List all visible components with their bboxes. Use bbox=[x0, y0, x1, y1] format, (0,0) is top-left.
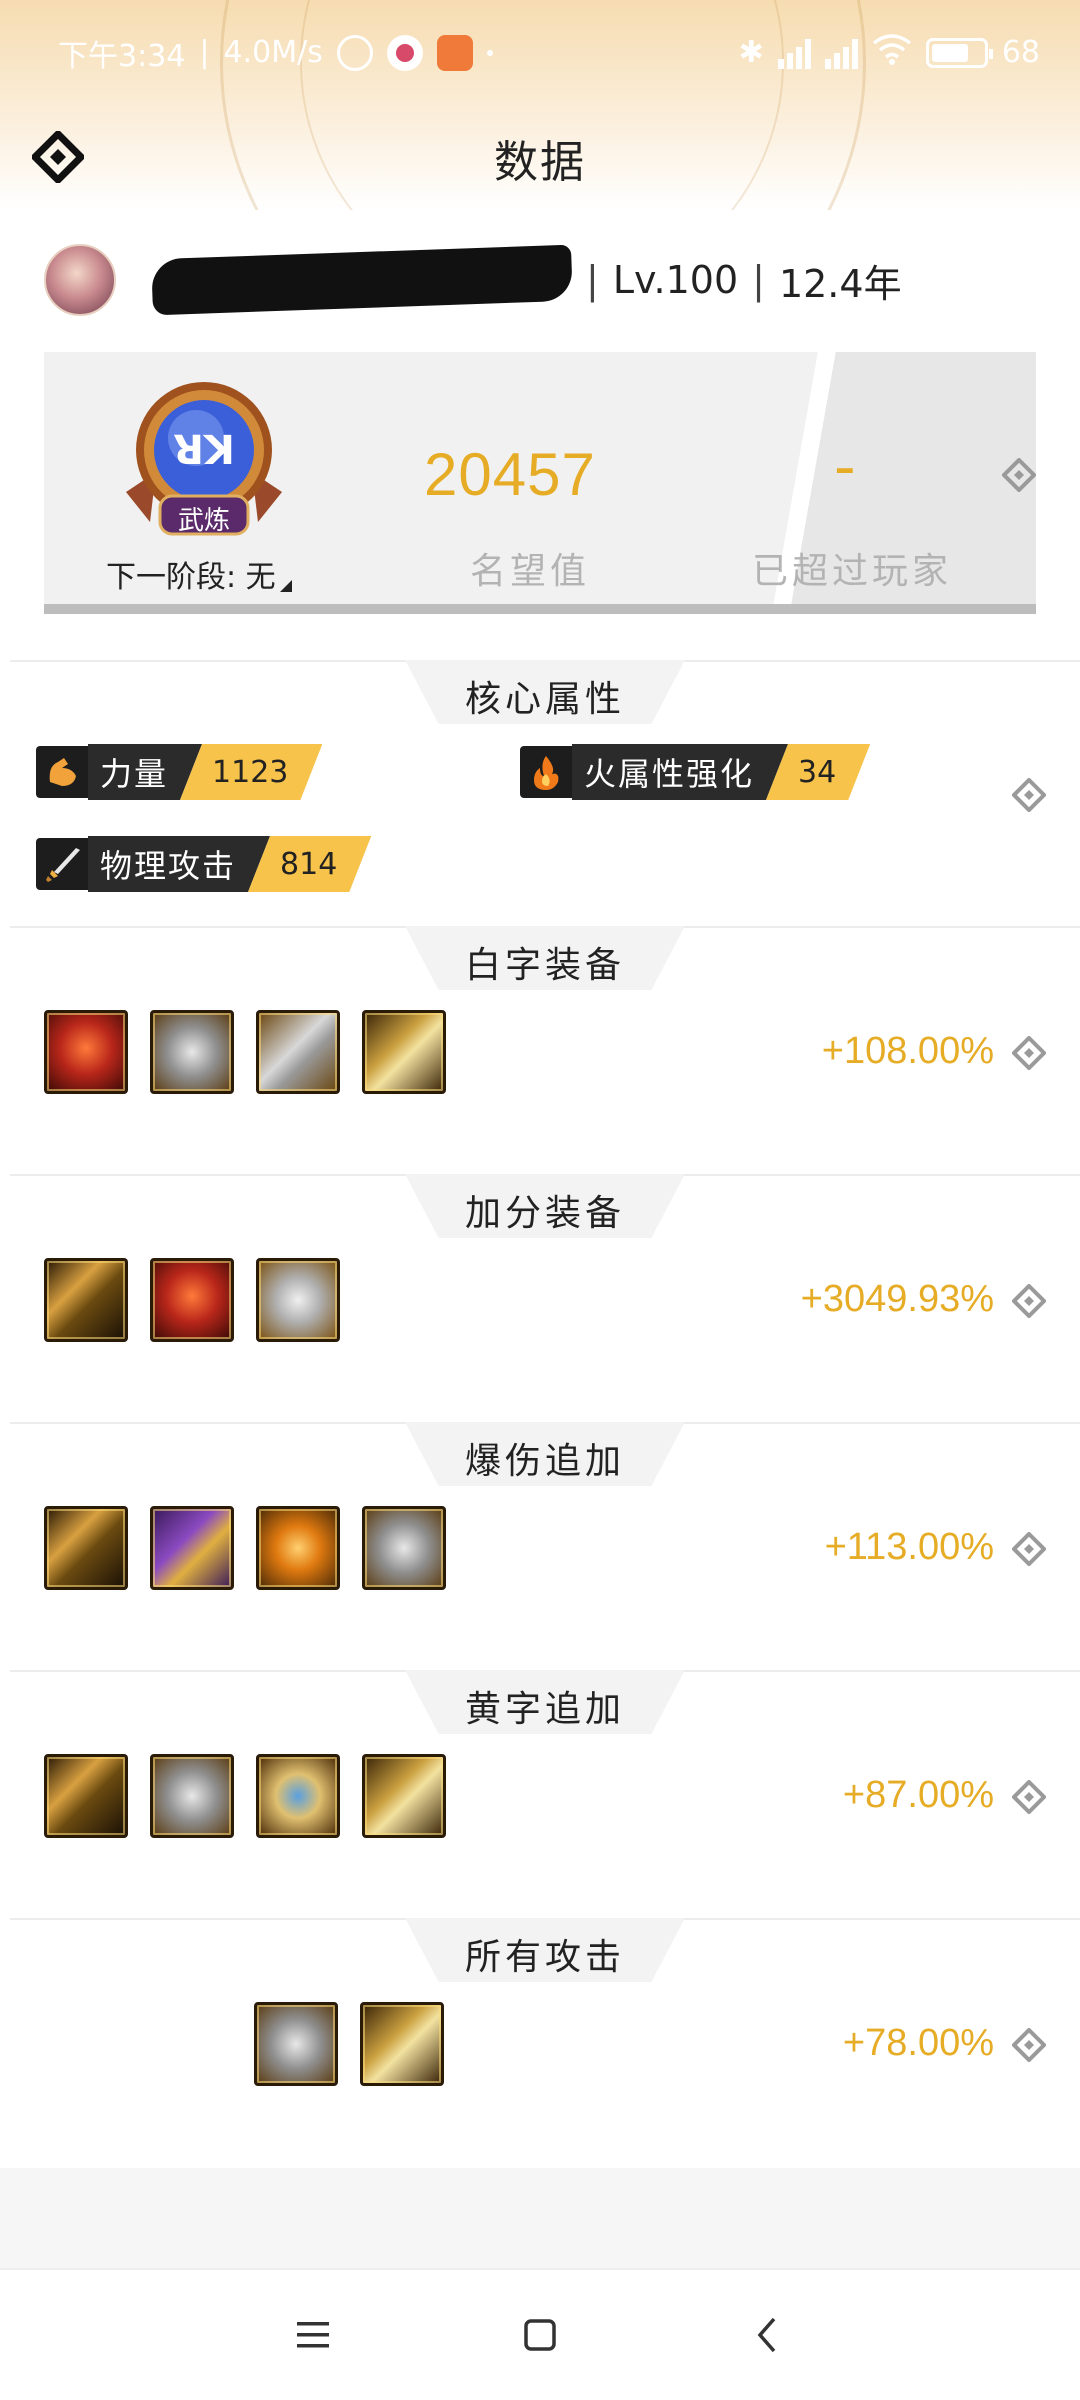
rank-value: - bbox=[834, 432, 856, 502]
equipment-mask-icon[interactable] bbox=[150, 1258, 234, 1342]
status-speed: 4.0M/s bbox=[223, 35, 323, 70]
attribute-tag: 力量 1123 bbox=[36, 744, 322, 800]
footer-spacer bbox=[0, 2168, 1080, 2268]
app-notification-icon bbox=[386, 34, 423, 71]
equipment-armor-icon[interactable] bbox=[150, 1010, 234, 1094]
badge-label: 武炼 bbox=[177, 506, 230, 536]
section-percent: +87.00% bbox=[842, 1774, 994, 1816]
diamond-arrow-icon[interactable] bbox=[1011, 1283, 1047, 1319]
bluetooth-icon: ✱ bbox=[738, 35, 764, 70]
section-title: 加分装备 bbox=[464, 1193, 625, 1234]
equipment-orb-icon[interactable] bbox=[256, 1506, 340, 1590]
equipment-row bbox=[44, 1754, 446, 1838]
equipment-armor-icon[interactable] bbox=[362, 1506, 446, 1590]
page-header: 数据 bbox=[0, 105, 1080, 210]
section-percent: +113.00% bbox=[824, 1526, 994, 1568]
rank-label: 已超过玩家 bbox=[752, 551, 953, 592]
diamond-arrow-icon[interactable] bbox=[1011, 1531, 1047, 1567]
section-title: 所有攻击 bbox=[464, 1937, 625, 1978]
strength-icon bbox=[36, 746, 88, 798]
equipment-row bbox=[44, 1258, 340, 1342]
equipment-sword-icon[interactable] bbox=[44, 1754, 128, 1838]
section-all-attack[interactable]: 所有攻击 +78.00% bbox=[10, 1918, 1080, 2168]
equipment-quill-icon[interactable] bbox=[362, 1754, 446, 1838]
health-app-icon bbox=[436, 34, 473, 71]
attribute-tag: 物理攻击 814 bbox=[36, 836, 371, 892]
core-attributes-section[interactable]: 核心属性 力量 1123 火属性强化 34 物理攻击 814 bbox=[10, 660, 1080, 926]
section-bonus-equipment[interactable]: 加分装备 +3049.93% bbox=[10, 1174, 1080, 1422]
equipment-mask-icon[interactable] bbox=[44, 1010, 128, 1094]
avatar[interactable] bbox=[44, 244, 116, 316]
alarm-icon bbox=[336, 34, 373, 71]
signal-icon bbox=[777, 37, 811, 69]
home-icon[interactable] bbox=[510, 2305, 570, 2365]
status-time: 下午3:34 bbox=[58, 38, 186, 74]
notification-dot-icon bbox=[486, 49, 493, 56]
profile-row: | Lv.100 | 12.4年 bbox=[44, 240, 1044, 320]
signal-icon-2 bbox=[824, 37, 858, 69]
fire-element-icon bbox=[520, 746, 572, 798]
character-level: Lv.100 bbox=[612, 258, 739, 302]
equipment-row bbox=[254, 2002, 444, 2086]
section-crit-damage[interactable]: 爆伤追加 +113.00% bbox=[10, 1422, 1080, 1670]
equipment-sword-icon[interactable] bbox=[44, 1258, 128, 1342]
diamond-arrow-icon[interactable] bbox=[1001, 457, 1036, 493]
wifi-icon bbox=[872, 33, 912, 73]
fame-progress-bar bbox=[44, 604, 1036, 614]
battery-icon bbox=[925, 37, 993, 68]
section-title: 白字装备 bbox=[464, 945, 625, 986]
section-title: 爆伤追加 bbox=[464, 1441, 625, 1482]
section-title: 核心属性 bbox=[464, 679, 625, 720]
diamond-arrow-icon[interactable] bbox=[1011, 1779, 1047, 1815]
equipment-quill-icon[interactable] bbox=[362, 1010, 446, 1094]
equipment-sword-icon[interactable] bbox=[44, 1506, 128, 1590]
equipment-armor-icon[interactable] bbox=[150, 1754, 234, 1838]
section-percent: +108.00% bbox=[821, 1030, 994, 1072]
section-yellow-bonus[interactable]: 黄字追加 +87.00% bbox=[10, 1670, 1080, 1918]
equipment-crystal-icon[interactable] bbox=[256, 1258, 340, 1342]
section-title: 黄字追加 bbox=[464, 1689, 625, 1730]
page-title: 数据 bbox=[494, 136, 586, 188]
svg-text:ꓤꓘ: ꓤꓘ bbox=[173, 428, 235, 474]
fame-label: 名望值 bbox=[470, 551, 591, 592]
equipment-row bbox=[44, 1506, 446, 1590]
back-icon[interactable] bbox=[737, 2305, 797, 2365]
equipment-row bbox=[44, 1010, 446, 1094]
attribute-tag: 火属性强化 34 bbox=[520, 744, 870, 800]
system-nav-bar bbox=[0, 2268, 1080, 2400]
corner-triangle-icon bbox=[279, 580, 292, 592]
diamond-arrow-icon[interactable] bbox=[1011, 777, 1047, 813]
section-white-equipment[interactable]: 白字装备 +108.00% bbox=[10, 926, 1080, 1174]
account-years: 12.4年 bbox=[778, 261, 902, 306]
diamond-arrow-icon[interactable] bbox=[1011, 1035, 1047, 1071]
status-bar: 下午3:34 | 4.0M/s ✱ 68 bbox=[0, 0, 1080, 105]
fame-value: 20457 bbox=[424, 441, 596, 508]
section-percent: +78.00% bbox=[842, 2022, 994, 2064]
menu-icon[interactable] bbox=[283, 2305, 343, 2365]
redacted-name bbox=[151, 244, 573, 316]
equipment-boots-icon[interactable] bbox=[256, 1010, 340, 1094]
rank-badge-icon: ꓤꓘ 武炼 bbox=[116, 372, 292, 548]
top-banner: 下午3:34 | 4.0M/s ✱ 68 数据 bbox=[0, 0, 1080, 210]
equipment-amulet-icon[interactable] bbox=[150, 1506, 234, 1590]
fame-card[interactable]: ꓤꓘ 武炼 下一阶段: 无 20457 名望值 - 已超过玩家 bbox=[44, 352, 1036, 614]
equipment-armor-icon[interactable] bbox=[254, 2002, 338, 2086]
equipment-armor-piece-icon[interactable] bbox=[360, 2002, 444, 2086]
physical-attack-icon bbox=[36, 838, 88, 890]
equipment-ring-icon[interactable] bbox=[256, 1754, 340, 1838]
diamond-back-icon[interactable] bbox=[30, 129, 86, 185]
battery-level: 68 bbox=[1001, 35, 1040, 70]
diamond-arrow-icon[interactable] bbox=[1011, 2027, 1047, 2063]
next-stage-label: 下一阶段: 无 bbox=[106, 560, 276, 595]
section-percent: +3049.93% bbox=[800, 1278, 994, 1320]
